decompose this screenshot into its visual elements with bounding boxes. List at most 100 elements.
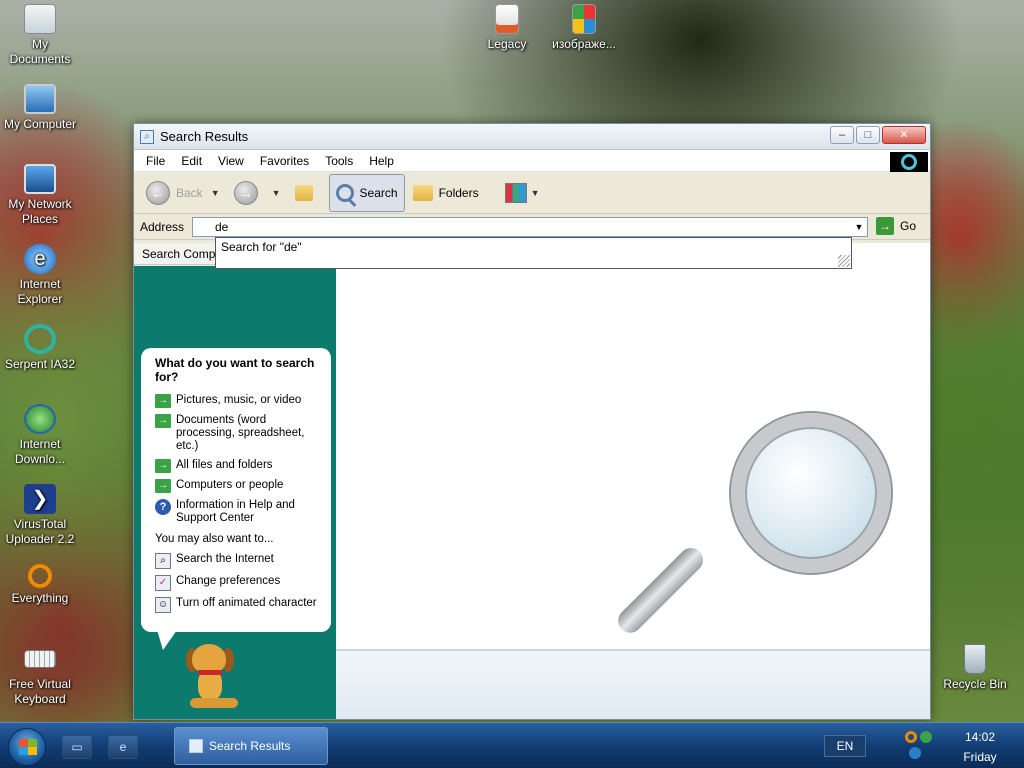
- desktop-icon-everything[interactable]: Everything: [0, 564, 80, 606]
- menu-view[interactable]: View: [210, 154, 252, 168]
- search-button[interactable]: Search: [328, 173, 405, 212]
- search-assistant-balloon: What do you want to search for? → Pictur…: [141, 348, 331, 632]
- option-documents[interactable]: → Documents (word processing, spreadshee…: [155, 414, 321, 453]
- desktop-icon-label: My Computer: [3, 117, 77, 131]
- windows-flag-icon: [19, 739, 37, 755]
- go-label: Go: [900, 219, 917, 233]
- back-label: Back: [176, 185, 203, 200]
- taskbar-item-label: Search Results: [209, 739, 291, 753]
- forward-button[interactable]: →: [230, 174, 268, 212]
- documents-icon: [24, 4, 56, 34]
- search-window-icon: [189, 739, 203, 753]
- standard-toolbar: ← Back ▼ → ▼ Search Folders ▼: [134, 172, 930, 214]
- back-arrow-icon: ←: [146, 180, 170, 205]
- desktop-icon-my-network-places[interactable]: My Network Places: [0, 164, 80, 227]
- search-companion-pane: What do you want to search for? → Pictur…: [134, 266, 336, 719]
- serpent-tray-icon[interactable]: [909, 747, 921, 759]
- option-help-support[interactable]: ? Information in Help and Support Center: [155, 499, 321, 525]
- menu-tools[interactable]: Tools: [317, 154, 361, 168]
- window-controls: – □ ✕: [830, 126, 926, 144]
- desktop-icon-legacy[interactable]: Legacy: [467, 4, 547, 52]
- desktop-icon-label: Serpent IA32: [4, 357, 76, 371]
- network-icon: [24, 164, 56, 194]
- animated-character-icon: ☺: [155, 597, 171, 613]
- green-tray-icon[interactable]: [920, 731, 932, 743]
- search-icon: [335, 183, 354, 202]
- views-button[interactable]: ▼: [501, 174, 550, 212]
- computer-icon: [24, 84, 56, 114]
- everything-tray-icon[interactable]: [905, 731, 917, 743]
- desktop-icon-label: VirusTotal Uploader 2.2: [5, 517, 75, 546]
- folders-label: Folders: [438, 185, 479, 200]
- minimize-button[interactable]: –: [830, 126, 854, 144]
- search-question: What do you want to search for?: [155, 356, 315, 384]
- windows-throbber-logo: [890, 152, 928, 172]
- address-dropdown-icon[interactable]: ▼: [851, 218, 867, 236]
- address-input[interactable]: de: [192, 217, 868, 237]
- keyboard-icon: [24, 650, 56, 668]
- option-change-preferences[interactable]: ✓ Change preferences: [155, 575, 321, 591]
- quicklaunch-internet-explorer[interactable]: e: [108, 735, 138, 759]
- window-title: Search Results: [160, 129, 249, 144]
- menu-favorites[interactable]: Favorites: [252, 154, 317, 168]
- autocomplete-suggestion[interactable]: Search for "de": [221, 240, 302, 254]
- desktop-icon-virustotal[interactable]: ❯ VirusTotal Uploader 2.2: [0, 484, 80, 547]
- go-button[interactable]: → Go: [876, 217, 916, 235]
- option-turn-off-character[interactable]: ☺ Turn off animated character: [155, 597, 321, 613]
- desktop-icon-internet-explorer[interactable]: e Internet Explorer: [0, 244, 80, 307]
- image-file-icon: [572, 4, 596, 34]
- close-button[interactable]: ✕: [882, 126, 926, 144]
- throbber-icon: [901, 154, 917, 170]
- desktop-icon-label: Internet Explorer: [17, 277, 63, 306]
- desktop-icon-serpent-ia32[interactable]: Serpent IA32: [0, 324, 80, 372]
- taskbar-item-search-results[interactable]: Search Results: [174, 727, 328, 765]
- folders-button[interactable]: Folders: [409, 174, 483, 212]
- title-bar[interactable]: ⌕ Search Results – □ ✕: [134, 124, 930, 150]
- clock[interactable]: 14:02 Friday: [945, 727, 1015, 767]
- back-button[interactable]: ← Back: [142, 174, 207, 212]
- language-indicator[interactable]: EN: [824, 735, 866, 757]
- menu-edit[interactable]: Edit: [173, 154, 210, 168]
- desktop-icon-my-documents[interactable]: My Documents: [0, 4, 80, 67]
- desktop-icon-label: Internet Downlo...: [14, 437, 66, 466]
- desktop-icon-label: My Network Places: [8, 197, 72, 226]
- back-dropdown-icon[interactable]: ▼: [211, 188, 220, 198]
- start-button[interactable]: [8, 728, 46, 766]
- menu-help[interactable]: Help: [361, 154, 402, 168]
- green-arrow-icon: →: [155, 414, 171, 428]
- desktop-icon-label: изображе...: [552, 37, 616, 51]
- green-arrow-icon: →: [155, 479, 171, 493]
- option-all-files-folders[interactable]: → All files and folders: [155, 459, 321, 473]
- desktop-icon-free-virtual-keyboard[interactable]: Free Virtual Keyboard: [0, 644, 80, 707]
- everything-magnifier-icon: [28, 564, 52, 588]
- desktop-icon-my-computer[interactable]: My Computer: [0, 84, 80, 132]
- green-arrow-icon: →: [155, 394, 171, 408]
- option-search-internet[interactable]: ⌕ Search the Internet: [155, 553, 321, 569]
- download-manager-icon: [24, 404, 56, 434]
- recycle-bin-icon: [964, 644, 986, 674]
- green-arrow-icon: →: [155, 459, 171, 473]
- option-pictures-music-video[interactable]: → Pictures, music, or video: [155, 394, 321, 408]
- address-label: Address: [140, 219, 185, 234]
- menu-file[interactable]: File: [138, 154, 173, 168]
- resize-grip-icon[interactable]: [838, 255, 850, 267]
- desktop-icon-internet-download[interactable]: Internet Downlo...: [0, 404, 80, 467]
- magnifier-handle: [613, 543, 708, 638]
- forward-arrow-icon: →: [233, 180, 258, 205]
- window-search-icon: ⌕: [140, 129, 154, 144]
- internet-search-icon: ⌕: [155, 553, 171, 569]
- desktop-icon-image[interactable]: изображе...: [544, 4, 624, 52]
- desktop-icon-recycle-bin[interactable]: Recycle Bin: [935, 644, 1015, 692]
- maximize-button[interactable]: □: [856, 126, 880, 144]
- option-computers-people[interactable]: → Computers or people: [155, 479, 321, 493]
- preferences-checklist-icon: ✓: [155, 575, 171, 591]
- help-question-icon: ?: [155, 499, 171, 515]
- serpent-icon: [24, 324, 56, 354]
- desktop-icon-label: My Documents: [9, 37, 71, 66]
- up-folder-button[interactable]: [291, 174, 325, 212]
- quicklaunch-show-desktop[interactable]: ▭: [62, 735, 92, 759]
- option-label: Search the Internet: [176, 553, 274, 565]
- forward-dropdown-icon[interactable]: ▼: [272, 188, 281, 198]
- folder-icon: [412, 184, 433, 201]
- rover-dog-character[interactable]: [186, 644, 246, 716]
